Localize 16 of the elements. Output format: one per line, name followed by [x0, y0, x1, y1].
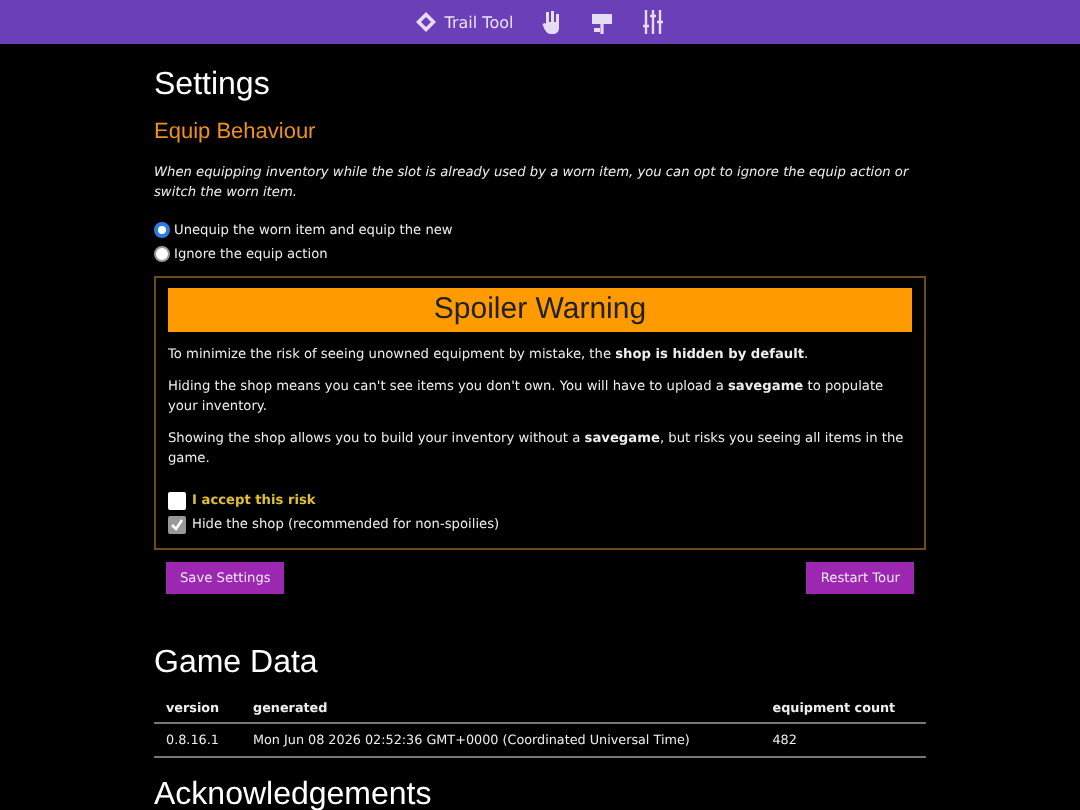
checkbox[interactable] [168, 491, 186, 509]
nav-button[interactable] [589, 11, 614, 33]
section-title: Acknowledgements [154, 778, 434, 810]
hand-icon [541, 10, 562, 34]
sliders-icon [641, 10, 664, 34]
section-title: Game Data [154, 646, 320, 682]
radio-button[interactable] [154, 246, 170, 262]
spoiler-warning-banner: Spoiler Warning [168, 288, 912, 332]
nav-button[interactable] [641, 10, 664, 34]
section-heading: Equip Behaviour [154, 120, 318, 144]
radio-button[interactable] [154, 222, 170, 238]
logo-icon [416, 12, 437, 32]
page-title: Settings [154, 68, 272, 104]
brand-link[interactable]: Trail Tool [416, 12, 514, 32]
signboard-icon [589, 11, 614, 33]
nav-button[interactable] [541, 10, 562, 34]
